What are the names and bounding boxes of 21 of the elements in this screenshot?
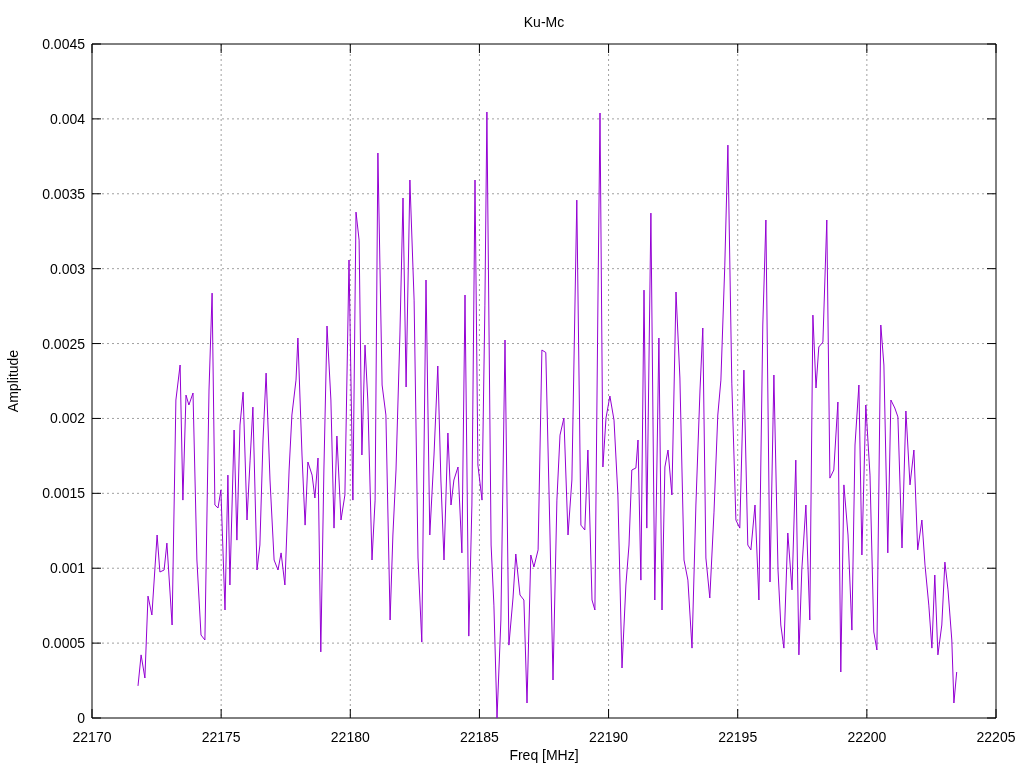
tick-label: 0 <box>77 710 85 726</box>
tick-label: 22200 <box>847 729 887 745</box>
axis-label: Amplitude <box>5 349 21 413</box>
tick-label: 22205 <box>976 729 1016 745</box>
tick-label: 0.0045 <box>42 36 85 52</box>
tick-label: 0.003 <box>49 260 85 277</box>
tick-label: 0.001 <box>49 560 85 577</box>
chart-title: Ku-Mc <box>523 14 565 30</box>
tick-label: 0.002 <box>49 410 85 427</box>
tick-label: 22195 <box>718 729 758 745</box>
tick-label: 22180 <box>330 729 370 745</box>
tick-label: 22185 <box>459 729 499 745</box>
tick-label: 0.0015 <box>42 485 85 502</box>
tick-label: 22175 <box>201 729 241 745</box>
tick-label: 0.0035 <box>42 185 85 202</box>
axis-label: Freq [MHz] <box>509 747 579 763</box>
tick-label: 22170 <box>72 729 112 745</box>
tick-label: 0.004 <box>49 110 85 127</box>
tick-label: 22190 <box>589 729 629 745</box>
tick-label: 0.0005 <box>42 635 85 652</box>
tick-label: 0.0025 <box>42 335 85 352</box>
